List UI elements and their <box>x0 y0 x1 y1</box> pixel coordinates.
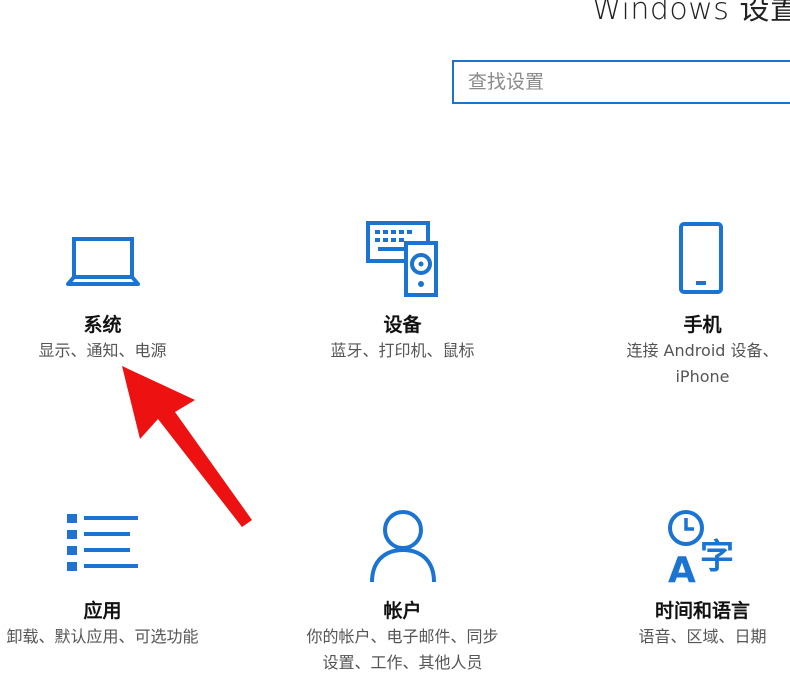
tile-description: 卸载、默认应用、可选功能 <box>6 627 199 646</box>
tile-name: 帐户 <box>383 600 422 622</box>
tile-description: 显示、通知、电源 <box>38 341 167 360</box>
tile-description: 语音、区域、日期 <box>638 627 767 646</box>
search-box[interactable] <box>452 60 790 104</box>
devices-icon <box>366 221 438 297</box>
tile-name: 系统 <box>83 314 122 336</box>
phone-icon <box>679 222 723 294</box>
tile-phone[interactable]: 手机 连接 Android 设备、 iPhone <box>600 215 790 395</box>
search-input[interactable] <box>468 62 768 102</box>
tile-description-line2: 设置、工作、其他人员 <box>322 653 483 672</box>
tile-time-language[interactable]: A 字 时间和语言 语音、区域、日期 <box>600 500 790 660</box>
tile-description: 你的帐户、电子邮件、同步 <box>306 627 499 646</box>
laptop-icon <box>66 237 140 286</box>
tile-apps[interactable]: 应用 卸载、默认应用、可选功能 <box>0 500 205 660</box>
tile-description: 蓝牙、打印机、鼠标 <box>330 341 475 360</box>
tile-devices[interactable]: 设备 蓝牙、打印机、鼠标 <box>300 215 505 375</box>
tile-accounts[interactable]: 帐户 你的帐户、电子邮件、同步 设置、工作、其他人员 <box>300 500 505 672</box>
tile-system[interactable]: 系统 显示、通知、电源 <box>0 215 205 375</box>
time-language-icon: A 字 <box>668 510 734 586</box>
apps-icon <box>67 514 138 571</box>
tile-description: 连接 Android 设备、 <box>626 341 779 360</box>
svg-text:字: 字 <box>700 537 734 577</box>
tile-name: 手机 <box>683 314 722 336</box>
window-title: Windows 设置 <box>592 0 790 27</box>
svg-text:A: A <box>668 550 696 586</box>
person-icon <box>370 510 436 583</box>
tile-name: 应用 <box>83 600 122 622</box>
tile-name: 设备 <box>383 314 422 336</box>
tile-description-line2: iPhone <box>675 367 730 386</box>
tile-name: 时间和语言 <box>654 600 750 622</box>
